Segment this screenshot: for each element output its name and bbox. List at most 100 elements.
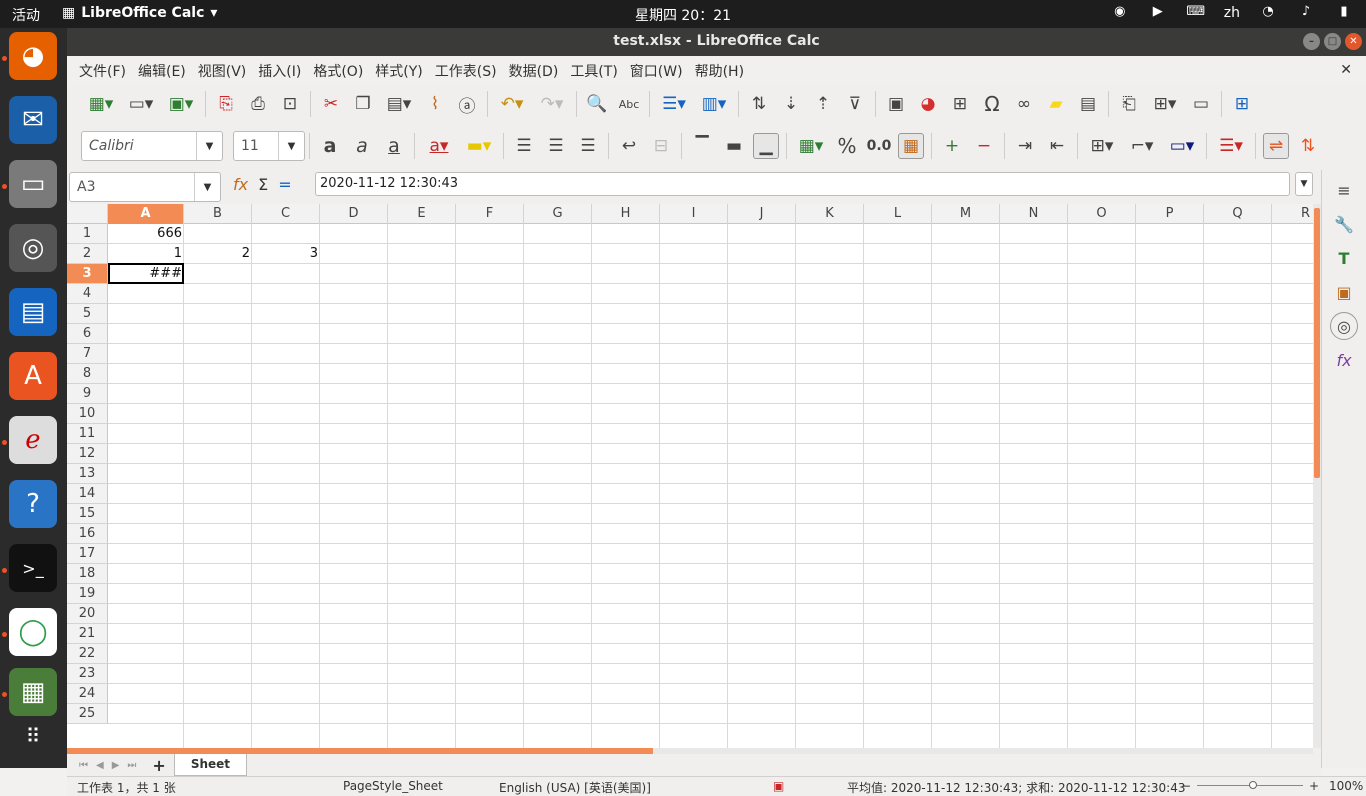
row-header-15[interactable]: 15: [67, 504, 108, 524]
function-wizard-icon[interactable]: fx: [233, 175, 248, 194]
row-header-14[interactable]: 14: [67, 484, 108, 504]
spellcheck-icon[interactable]: Abc: [616, 91, 642, 117]
copy-icon[interactable]: ❐: [350, 91, 376, 117]
styles-icon[interactable]: T: [1330, 244, 1358, 272]
formula-icon[interactable]: =: [278, 175, 291, 194]
column-header-q[interactable]: Q: [1204, 204, 1272, 224]
vertical-text-icon[interactable]: ⇅: [1295, 133, 1321, 159]
print-icon[interactable]: ⎙: [245, 91, 271, 117]
column-header-b[interactable]: B: [184, 204, 252, 224]
borders-icon[interactable]: ⊞▾: [1085, 133, 1119, 159]
show-apps-icon[interactable]: ⠿: [9, 712, 57, 760]
menu-styles[interactable]: 样式(Y): [369, 61, 428, 81]
keyboard-icon[interactable]: ⌨: [1186, 4, 1206, 22]
clone-format-icon[interactable]: ⌇: [422, 91, 448, 117]
properties-icon[interactable]: 🔧: [1330, 210, 1358, 238]
undo-icon[interactable]: ↶▾: [495, 91, 529, 117]
percent-format-icon[interactable]: %: [834, 133, 860, 159]
row-header-8[interactable]: 8: [67, 364, 108, 384]
wrap-text-icon[interactable]: ↩: [616, 133, 642, 159]
align-bottom-icon[interactable]: ▁: [753, 133, 779, 159]
update-icon[interactable]: ◉: [1110, 4, 1130, 22]
sort-descending-icon[interactable]: ⇡: [810, 91, 836, 117]
row-header-16[interactable]: 16: [67, 524, 108, 544]
number-format-icon[interactable]: 0.0: [866, 133, 892, 159]
document-viewer-icon[interactable]: ℯ: [9, 416, 57, 464]
print-preview-icon[interactable]: ⊡: [277, 91, 303, 117]
sheet-tab[interactable]: Sheet: [173, 754, 248, 776]
chevron-down-icon[interactable]: ▼: [196, 132, 222, 160]
new-icon[interactable]: ▦▾: [84, 91, 118, 117]
column-icon[interactable]: ▥▾: [697, 91, 731, 117]
spreadsheet-grid[interactable]: ABCDEFGHIJKLMNOPQR 1 2 3 4 5 6 7 8 9 10 11 12 13 14 15…: [67, 204, 1313, 748]
menu-format[interactable]: 格式(O): [307, 61, 369, 81]
column-header-h[interactable]: H: [592, 204, 660, 224]
cell-a2[interactable]: 1: [108, 244, 184, 264]
row-header-12[interactable]: 12: [67, 444, 108, 464]
minimize-button[interactable]: –: [1303, 33, 1320, 50]
column-header-e[interactable]: E: [388, 204, 456, 224]
cut-icon[interactable]: ✂: [318, 91, 344, 117]
clear-format-icon[interactable]: ⓐ: [454, 91, 480, 117]
chevron-down-icon[interactable]: ▼: [194, 173, 220, 201]
underline-icon[interactable]: a: [381, 133, 407, 159]
highlight-color-icon[interactable]: ▬▾: [462, 133, 496, 159]
align-left-icon[interactable]: ☰: [511, 133, 537, 159]
add-sheet-icon[interactable]: +: [152, 756, 165, 775]
column-header-l[interactable]: L: [864, 204, 932, 224]
column-header-f[interactable]: F: [456, 204, 524, 224]
toggle-sidebar-icon[interactable]: ⇌: [1263, 133, 1289, 159]
row-header-25[interactable]: 25: [67, 704, 108, 724]
close-document-icon[interactable]: ✕: [1340, 62, 1352, 78]
redo-icon[interactable]: ↷▾: [535, 91, 569, 117]
formula-input[interactable]: 2020-11-12 12:30:43: [315, 172, 1290, 196]
font-name-box[interactable]: Calibri ▼: [81, 131, 223, 161]
row-header-7[interactable]: 7: [67, 344, 108, 364]
thunderbird-icon[interactable]: ✉: [9, 96, 57, 144]
add-decimal-icon[interactable]: +: [939, 133, 965, 159]
font-color-icon[interactable]: a▾: [422, 133, 456, 159]
menu-data[interactable]: 数据(D): [503, 61, 565, 81]
row-header-21[interactable]: 21: [67, 624, 108, 644]
sidebar-menu-icon[interactable]: ≡: [1330, 176, 1358, 204]
delete-decimal-icon[interactable]: −: [971, 133, 997, 159]
column-header-c[interactable]: C: [252, 204, 320, 224]
save-icon[interactable]: ▣▾: [164, 91, 198, 117]
sort-ascending-icon[interactable]: ⇣: [778, 91, 804, 117]
currency-format-icon[interactable]: ▦▾: [794, 133, 828, 159]
menu-view[interactable]: 视图(V): [192, 61, 253, 81]
selection-summary[interactable]: 平均值: 2020-11-12 12:30:43; 求和: 2020-11-12…: [847, 779, 1185, 796]
column-header-i[interactable]: I: [660, 204, 728, 224]
find-replace-icon[interactable]: 🔍: [584, 91, 610, 117]
next-sheet-icon[interactable]: ▶: [112, 760, 120, 771]
column-header-p[interactable]: P: [1136, 204, 1204, 224]
special-character-icon[interactable]: Ω: [979, 91, 1005, 117]
row-header-11[interactable]: 11: [67, 424, 108, 444]
column-header-r[interactable]: R: [1272, 204, 1313, 224]
zoom-level[interactable]: 100%: [1329, 779, 1363, 793]
zoom-slider-handle[interactable]: [1249, 781, 1257, 789]
functions-icon[interactable]: fx: [1330, 346, 1358, 374]
row-header-23[interactable]: 23: [67, 664, 108, 684]
prev-sheet-icon[interactable]: ◀: [96, 760, 104, 771]
files-icon[interactable]: ▭: [9, 160, 57, 208]
insert-chart-icon[interactable]: ◕: [915, 91, 941, 117]
cell-c2[interactable]: 3: [252, 244, 320, 264]
first-sheet-icon[interactable]: ⏮: [79, 760, 88, 771]
border-color-icon[interactable]: ▭▾: [1165, 133, 1199, 159]
row-header-5[interactable]: 5: [67, 304, 108, 324]
row-header-19[interactable]: 19: [67, 584, 108, 604]
header-footer-icon[interactable]: ▤: [1075, 91, 1101, 117]
column-header-m[interactable]: M: [932, 204, 1000, 224]
column-header-n[interactable]: N: [1000, 204, 1068, 224]
wifi-icon[interactable]: ◔: [1258, 4, 1278, 22]
freeze-rows-icon[interactable]: ⊞▾: [1148, 91, 1182, 117]
bold-icon[interactable]: a: [317, 133, 343, 159]
help-icon[interactable]: ?: [9, 480, 57, 528]
column-header-k[interactable]: K: [796, 204, 864, 224]
insert-image-icon[interactable]: ▣: [883, 91, 909, 117]
battery-icon[interactable]: ▮: [1334, 4, 1354, 22]
select-all-corner[interactable]: [67, 204, 108, 224]
open-icon[interactable]: ▭▾: [124, 91, 158, 117]
volume-icon[interactable]: ♪: [1296, 4, 1316, 22]
